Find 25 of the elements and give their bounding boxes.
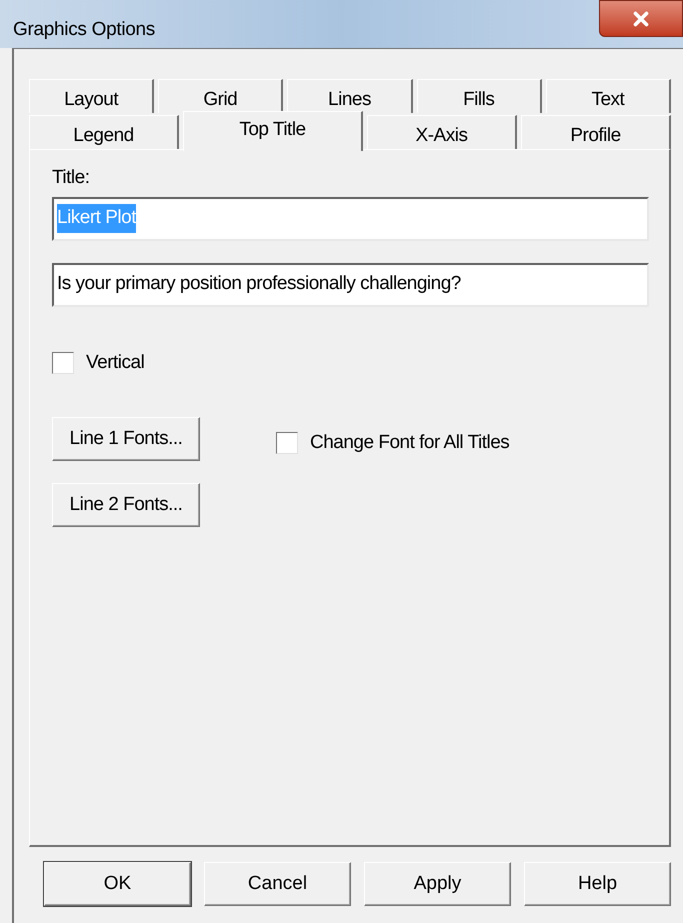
tab[interactable]: Lines (287, 79, 413, 113)
tab[interactable]: Top Title (183, 111, 363, 151)
close-button[interactable] (599, 0, 683, 37)
tab[interactable]: Grid (158, 79, 284, 113)
field-value: Is your primary position professionally challenging? (57, 272, 461, 296)
tab[interactable]: Fills (416, 79, 542, 113)
dialog-button[interactable]: Help (524, 862, 671, 906)
field-label: Title: (52, 166, 90, 190)
dialog-button[interactable]: Apply (364, 862, 511, 906)
line-1-fonts-button[interactable]: Line 1 Fonts... (52, 417, 200, 461)
tab[interactable]: Text (546, 79, 672, 113)
field-value: Likert Plot (57, 204, 136, 233)
checkbox[interactable] (52, 352, 74, 374)
window-title: Graphics Options (13, 18, 155, 42)
tab[interactable]: Profile (521, 115, 671, 149)
text-field[interactable]: Is your primary position professionally challenging? (52, 262, 649, 306)
tab[interactable]: Layout (29, 79, 154, 113)
checkbox[interactable] (276, 432, 298, 454)
line-2-fonts-button[interactable]: Line 2 Fonts... (52, 483, 200, 527)
tab[interactable]: X-Axis (367, 115, 517, 149)
checkbox-label: Vertical (86, 350, 144, 374)
tab[interactable]: Legend (29, 115, 179, 149)
checkbox-label: Change Font for All Titles (310, 430, 510, 455)
dialog-button[interactable]: OK (44, 862, 191, 906)
dialog-button[interactable]: Cancel (204, 862, 351, 906)
